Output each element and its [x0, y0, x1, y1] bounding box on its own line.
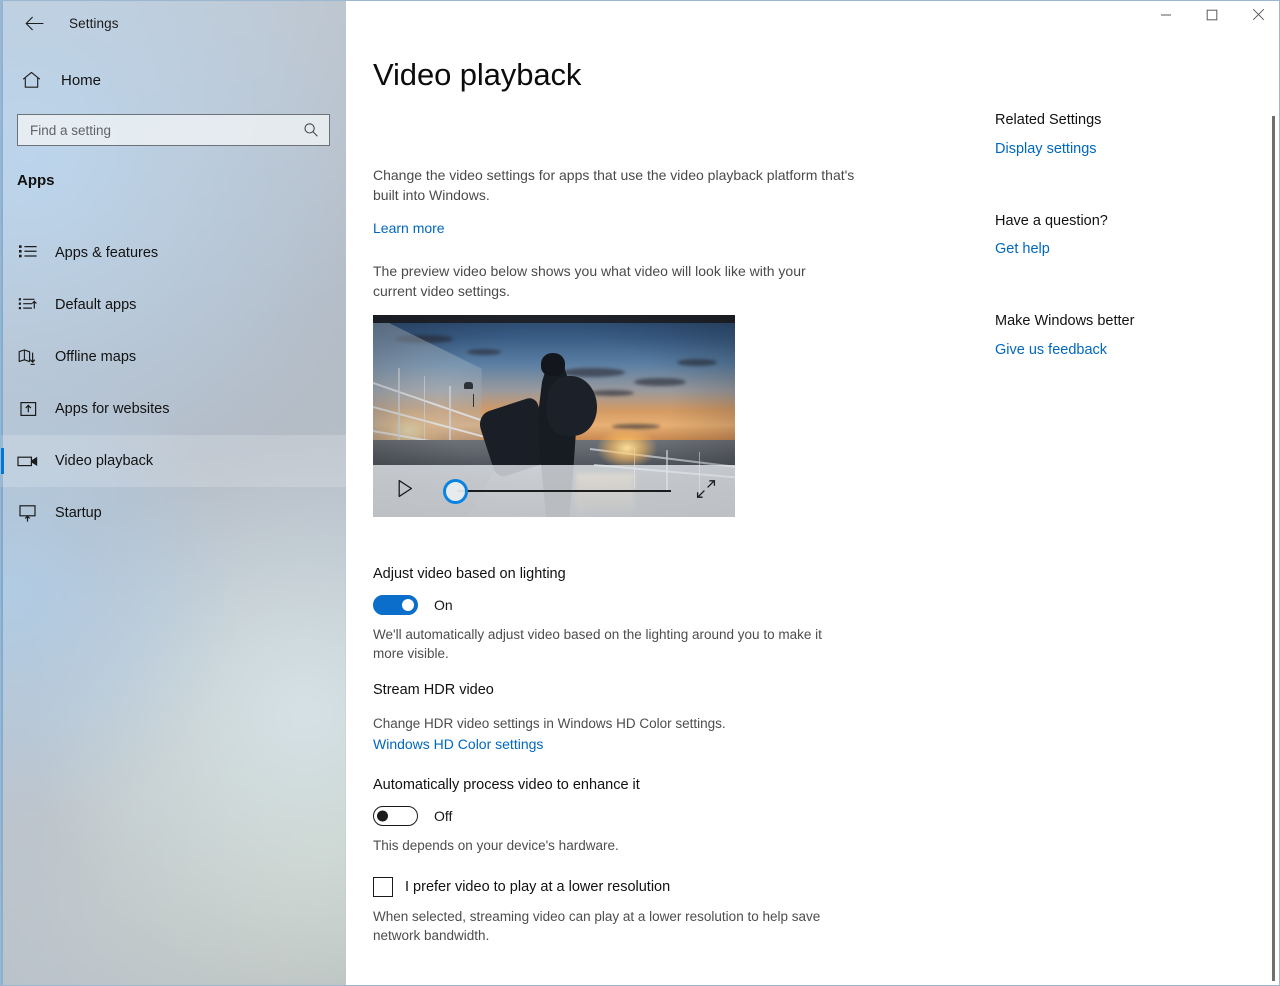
get-help-link[interactable]: Get help — [995, 241, 1050, 257]
rail-heading-have-a-question: Have a question? — [995, 213, 1108, 229]
fullscreen-icon — [696, 479, 716, 504]
sidebar-nav-list: Apps & features Default apps — [1, 227, 346, 539]
intro-text: Change the video settings for apps that … — [373, 165, 863, 205]
sidebar-item-label: Apps for websites — [55, 401, 169, 417]
minimize-icon — [1160, 8, 1172, 26]
sidebar-item-label: Video playback — [55, 453, 153, 469]
checkbox-lower-resolution[interactable] — [373, 877, 393, 897]
sidebar-item-home[interactable]: Home — [1, 63, 346, 97]
sidebar-item-home-label: Home — [61, 72, 101, 89]
toggle-knob — [402, 599, 414, 611]
startup-monitor-icon — [17, 502, 39, 524]
setting-label-adjust-lighting: Adjust video based on lighting — [373, 566, 566, 582]
setting-description-lower-resolution: When selected, streaming video can play … — [373, 907, 853, 945]
sidebar-item-apps-features[interactable]: Apps & features — [1, 227, 346, 279]
back-arrow-icon — [25, 16, 44, 31]
maximize-icon — [1206, 8, 1218, 26]
rail-heading-related-settings: Related Settings — [995, 112, 1101, 128]
back-button[interactable] — [11, 7, 57, 39]
minimize-button[interactable] — [1143, 1, 1189, 33]
toggle-state-auto-process: Off — [434, 808, 452, 824]
video-controls — [373, 465, 735, 517]
sidebar-item-video-playback[interactable]: Video playback — [1, 435, 346, 487]
map-download-icon — [17, 346, 39, 368]
sidebar-item-label: Apps & features — [55, 245, 158, 261]
close-icon — [1252, 8, 1265, 26]
preview-description: The preview video below shows you what v… — [373, 261, 853, 301]
sidebar-item-startup[interactable]: Startup — [1, 487, 346, 539]
titlebar-left: Settings — [1, 1, 346, 45]
selection-indicator — [1, 448, 4, 474]
sidebar-item-offline-maps[interactable]: Offline maps — [1, 331, 346, 383]
video-camera-icon — [17, 450, 39, 472]
fullscreen-button[interactable] — [683, 479, 729, 504]
sidebar-item-label: Default apps — [55, 297, 136, 313]
toggle-adjust-lighting[interactable] — [373, 595, 418, 615]
scrubber-thumb[interactable] — [443, 479, 468, 504]
video-preview[interactable] — [373, 315, 735, 517]
sidebar-item-apps-for-websites[interactable]: Apps for websites — [1, 383, 346, 435]
app-title: Settings — [69, 16, 119, 31]
main-content: Video playback Change the video settings… — [346, 1, 1280, 986]
search-input[interactable] — [18, 123, 299, 138]
search-box[interactable] — [17, 114, 330, 146]
toggle-row-adjust-lighting: On — [373, 595, 453, 615]
close-button[interactable] — [1235, 1, 1280, 33]
learn-more-link[interactable]: Learn more — [373, 220, 445, 236]
setting-label-stream-hdr: Stream HDR video — [373, 682, 494, 698]
play-icon — [397, 479, 414, 503]
sidebar-item-label: Startup — [55, 505, 102, 521]
toggle-state-adjust-lighting: On — [434, 597, 453, 613]
toggle-row-auto-process: Off — [373, 806, 452, 826]
setting-description-stream-hdr: Change HDR video settings in Windows HD … — [373, 714, 853, 733]
checkbox-label-lower-resolution: I prefer video to play at a lower resolu… — [405, 879, 670, 895]
sidebar-section-header: Apps — [17, 172, 55, 189]
page-title: Video playback — [373, 57, 581, 93]
maximize-button[interactable] — [1189, 1, 1235, 33]
video-scrubber[interactable] — [429, 475, 679, 507]
toggle-auto-process[interactable] — [373, 806, 418, 826]
vertical-scrollbar[interactable] — [1272, 116, 1275, 981]
rail-heading-make-windows-better: Make Windows better — [995, 313, 1134, 329]
checkbox-row-lower-resolution[interactable]: I prefer video to play at a lower resolu… — [373, 877, 670, 897]
setting-description-adjust-lighting: We'll automatically adjust video based o… — [373, 625, 853, 663]
window-controls — [1143, 1, 1280, 33]
settings-window: Settings Home Apps — [0, 0, 1280, 986]
apps-for-websites-icon — [17, 398, 39, 420]
sidebar-item-default-apps[interactable]: Default apps — [1, 279, 346, 331]
home-icon — [19, 71, 43, 89]
setting-label-auto-process: Automatically process video to enhance i… — [373, 777, 640, 793]
list-icon — [17, 242, 39, 264]
give-us-feedback-link[interactable]: Give us feedback — [995, 342, 1107, 358]
toggle-knob — [377, 811, 388, 822]
search-icon[interactable] — [299, 122, 329, 138]
sidebar-item-label: Offline maps — [55, 349, 136, 365]
default-apps-icon — [17, 294, 39, 316]
windows-hd-color-settings-link[interactable]: Windows HD Color settings — [373, 736, 543, 752]
sidebar: Settings Home Apps — [1, 1, 346, 986]
setting-description-auto-process: This depends on your device's hardware. — [373, 836, 853, 855]
display-settings-link[interactable]: Display settings — [995, 141, 1097, 157]
scrubber-track[interactable] — [457, 490, 671, 492]
play-button[interactable] — [385, 479, 425, 503]
